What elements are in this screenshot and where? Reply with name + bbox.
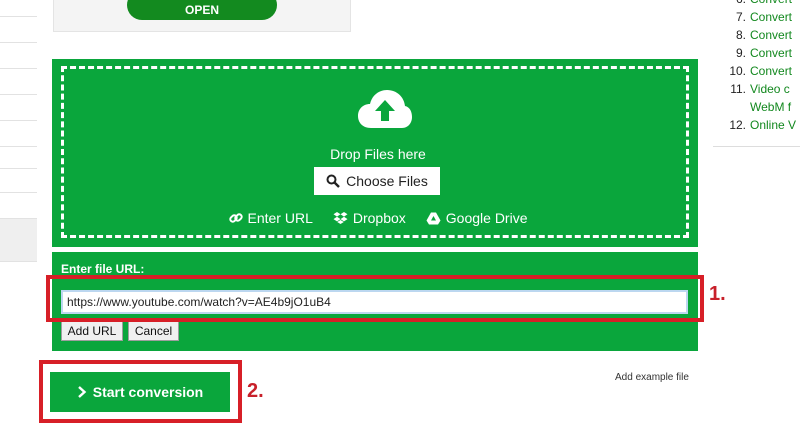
start-conversion-label: Start conversion [92, 384, 204, 400]
drop-area-border: Drop Files here Choose Files Enter URL D… [61, 66, 689, 238]
google-drive-label: Google Drive [445, 210, 528, 226]
sidebar-divider [0, 192, 37, 193]
sidebar-divider [0, 94, 37, 95]
dropbox-label: Dropbox [352, 210, 406, 226]
search-icon [326, 174, 340, 188]
list-item[interactable]: 10. Convert [723, 62, 800, 80]
enter-url-link[interactable]: Enter URL [228, 210, 313, 226]
right-column-divider [713, 146, 800, 147]
annotation-label-step-1: 1. [709, 283, 726, 305]
add-example-file-link[interactable]: Add example file [615, 372, 689, 383]
related-links-list: 6.Convert 7.Convert 8.Convert 9.Convert … [723, 0, 800, 134]
left-sidebar [0, 0, 37, 262]
chevron-right-icon [77, 386, 87, 398]
cloud-upload-icon [358, 90, 412, 128]
enter-url-label: Enter URL [247, 210, 313, 226]
choose-files-button[interactable]: Choose Files [314, 167, 440, 195]
cancel-button[interactable]: Cancel [128, 320, 179, 341]
ad-open-button[interactable]: OPEN [127, 0, 277, 20]
dropbox-icon [333, 212, 348, 224]
list-item-continued[interactable]: WebM f [723, 98, 800, 116]
file-drop-zone[interactable]: Drop Files here Choose Files Enter URL D… [52, 59, 698, 247]
annotation-box-step-1 [46, 275, 704, 322]
list-item[interactable]: 9. Convert [723, 44, 800, 62]
sidebar-divider [0, 68, 37, 69]
annotation-label-step-2: 2. [247, 380, 264, 402]
url-field-label: Enter file URL: [61, 262, 145, 276]
sidebar-divider [0, 146, 37, 147]
sidebar-divider [0, 16, 37, 17]
google-drive-icon [426, 212, 441, 224]
dropbox-link[interactable]: Dropbox [333, 210, 406, 226]
start-conversion-button[interactable]: Start conversion [50, 372, 230, 412]
drop-files-text: Drop Files here [330, 146, 426, 162]
list-item[interactable]: 12. Online V [723, 116, 800, 134]
list-item[interactable]: 7. Convert [723, 8, 800, 26]
ad-banner: OPEN [53, 0, 351, 32]
list-item[interactable]: 6.Convert [723, 0, 800, 8]
sidebar-item-selected[interactable] [0, 218, 37, 262]
google-drive-link[interactable]: Google Drive [426, 210, 528, 226]
list-item[interactable]: 8. Convert [723, 26, 800, 44]
add-url-button[interactable]: Add URL [61, 320, 123, 341]
sidebar-divider [0, 168, 37, 169]
sidebar-divider [0, 120, 37, 121]
upload-source-links: Enter URL Dropbox Google Drive [64, 210, 692, 226]
link-icon [228, 213, 243, 223]
choose-files-label: Choose Files [346, 173, 428, 189]
sidebar-divider [0, 42, 37, 43]
list-item[interactable]: 11. Video c [723, 80, 800, 98]
